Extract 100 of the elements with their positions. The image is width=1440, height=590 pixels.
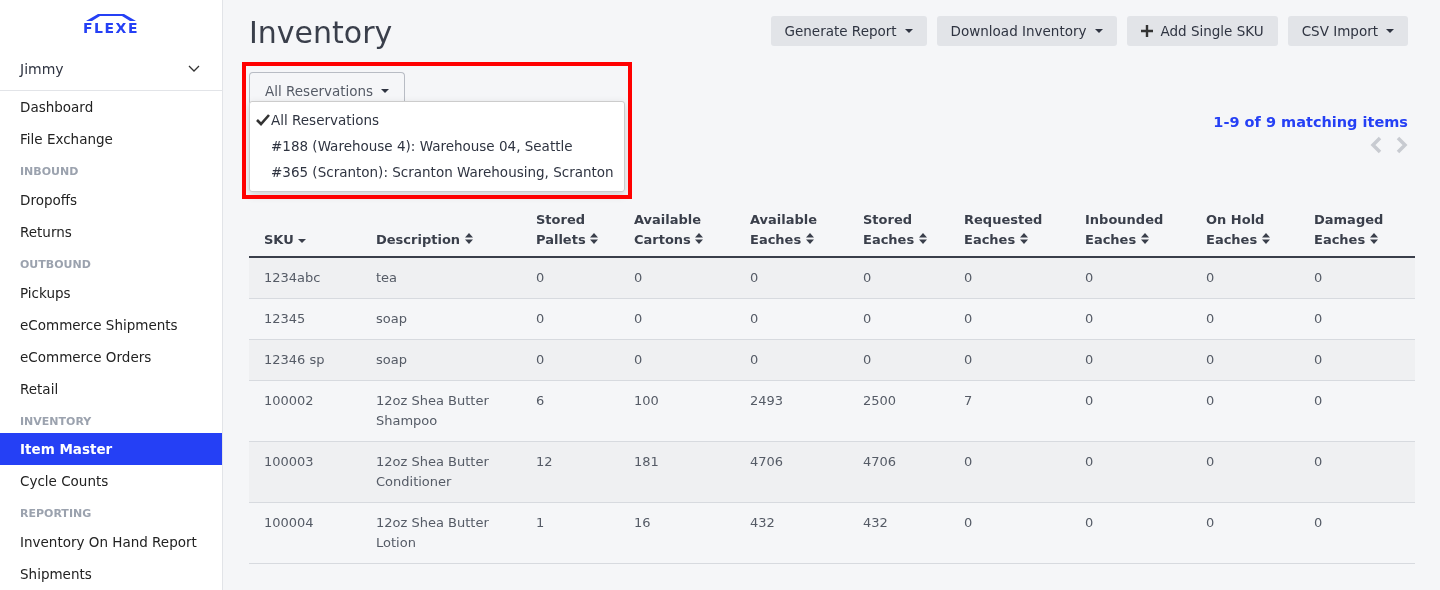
logo-text: FLEXE — [83, 21, 139, 35]
table-cell-text: 12oz Shea Butter Conditioner — [376, 453, 490, 491]
nav-item[interactable]: Retail — [0, 372, 222, 405]
chevron-right-icon — [1396, 136, 1408, 154]
table-cell-text: 0 — [750, 269, 760, 287]
table-cell-text: 1234abc — [264, 269, 322, 287]
table-cell-text: 12346 sp — [264, 351, 326, 369]
table-cell-text: 432 — [863, 514, 889, 532]
table-cell-text: 0 — [964, 310, 974, 328]
nav-item[interactable]: Dashboard — [0, 91, 222, 124]
table-cell-text: 12 — [536, 453, 554, 471]
column-header[interactable]: Stored Pallets — [536, 210, 634, 250]
caret-icon — [381, 88, 390, 93]
table-cell-text: 0 — [536, 269, 546, 287]
account-selector[interactable]: Jimmy — [0, 47, 222, 92]
table-cell-text: tea — [376, 269, 399, 287]
plus-icon — [1140, 25, 1153, 37]
action-button[interactable]: CSV Import — [1287, 16, 1408, 46]
caret-icon — [904, 29, 913, 33]
previous-page-button[interactable] — [1370, 136, 1382, 154]
column-header[interactable]: SKU — [264, 230, 376, 250]
menu-option[interactable]: #365 (Scranton): Scranton Warehousing, Scranton — [250, 159, 624, 185]
chevron-left-icon — [1370, 136, 1382, 154]
table-cell-text: 0 — [750, 351, 760, 369]
table-cell-text: 0 — [863, 269, 873, 287]
table-cell-text: 0 — [536, 351, 546, 369]
table-cell-text: 2500 — [863, 392, 898, 410]
table-cell-text: 0 — [1206, 392, 1216, 410]
table-cell-text: 0 — [634, 351, 644, 369]
menu-option[interactable]: All Reservations — [250, 107, 624, 133]
section-heading: REPORTING — [19, 506, 93, 523]
table-cell-text: 100004 — [264, 514, 315, 532]
nav-item[interactable]: eCommerce Shipments — [0, 308, 222, 341]
table-cell-text: 2493 — [750, 392, 785, 410]
column-header[interactable]: Requested Eaches — [964, 210, 1085, 250]
table-cell-text: 432 — [750, 514, 776, 532]
page-title: Inventory — [249, 16, 393, 50]
table-cell-text: 0 — [1206, 514, 1216, 532]
table-cell-text: 0 — [964, 351, 974, 369]
section-heading: INBOUND — [19, 164, 80, 181]
table-cell-text: soap — [376, 310, 408, 328]
table-cell-text: 0 — [1085, 453, 1095, 471]
table-cell-text: 12345 — [264, 310, 307, 328]
nav-item[interactable]: Item Master — [0, 433, 222, 466]
caret-icon — [1386, 29, 1394, 33]
section-heading: OUTBOUND — [19, 257, 92, 274]
table-cell-text: 7 — [964, 392, 974, 410]
pagination-summary: 1-9 of 9 matching items — [1213, 114, 1408, 130]
account-name: Jimmy — [20, 60, 64, 77]
action-button[interactable]: Download Inventory — [936, 16, 1117, 46]
table-cell-text: 0 — [964, 453, 974, 471]
table-cell-text: 0 — [1314, 453, 1324, 471]
table-cell-text: 0 — [964, 269, 974, 287]
nav-item[interactable]: eCommerce Orders — [0, 340, 222, 373]
table-cell-text: 0 — [1206, 453, 1216, 471]
table-cell-text: 0 — [1085, 310, 1095, 328]
column-header[interactable]: Available Cartons — [634, 210, 750, 250]
column-header[interactable]: Inbounded Eaches — [1085, 210, 1206, 250]
table-cell-text: 4706 — [863, 453, 898, 471]
table-cell-text: 0 — [1085, 514, 1095, 532]
table-cell-text: 0 — [863, 351, 873, 369]
table-cell-text: 0 — [1206, 269, 1216, 287]
table-cell-text: 0 — [1314, 351, 1324, 369]
section-heading: INVENTORY — [19, 413, 93, 430]
nav-item[interactable]: File Exchange — [0, 123, 222, 156]
table-cell-text: 16 — [634, 514, 652, 532]
nav-item[interactable]: Returns — [0, 216, 222, 249]
table-cell-text: 0 — [863, 310, 873, 328]
nav-item[interactable]: Inventory On Hand Report — [0, 525, 222, 558]
nav-item[interactable]: Dropoffs — [0, 184, 222, 217]
column-header[interactable]: Description — [376, 230, 536, 250]
nav-item[interactable]: Pickups — [0, 276, 222, 309]
column-header[interactable]: Available Eaches — [750, 210, 863, 250]
table-cell-text: 100 — [634, 392, 660, 410]
table-cell-text: 1 — [536, 514, 546, 532]
action-button[interactable]: Add Single SKU — [1126, 16, 1278, 46]
table-cell-text: 0 — [750, 310, 760, 328]
table-cell-text: 0 — [536, 310, 546, 328]
roof-icon — [84, 13, 138, 21]
action-button[interactable]: Generate Report — [770, 16, 927, 46]
table-cell-text: 0 — [1314, 310, 1324, 328]
menu-option[interactable]: #188 (Warehouse 4): Warehouse 04, Seattle — [250, 133, 624, 159]
table-cell-text: 0 — [1206, 351, 1216, 369]
table-cell-text: 0 — [1314, 269, 1324, 287]
nav-item[interactable]: Shipments — [0, 557, 222, 590]
table-cell-text: 0 — [1314, 392, 1324, 410]
table-cell-text: 100003 — [264, 453, 315, 471]
nav-item[interactable]: Cycle Counts — [0, 465, 222, 498]
table-cell-text: 12oz Shea Butter Lotion — [376, 514, 490, 552]
column-header[interactable]: Damaged Eaches — [1314, 210, 1415, 250]
column-header[interactable]: On Hold Eaches — [1206, 210, 1314, 250]
table-cell-text: 0 — [634, 310, 644, 328]
table-cell-text: 0 — [964, 514, 974, 532]
table-cell-text: 0 — [1206, 310, 1216, 328]
next-page-button[interactable] — [1396, 136, 1408, 154]
table-cell-text: soap — [376, 351, 408, 369]
column-header[interactable]: Stored Eaches — [863, 210, 964, 250]
table-cell-text: 181 — [634, 453, 660, 471]
chevron-icon — [188, 64, 200, 73]
table-cell-text: 0 — [1085, 351, 1095, 369]
